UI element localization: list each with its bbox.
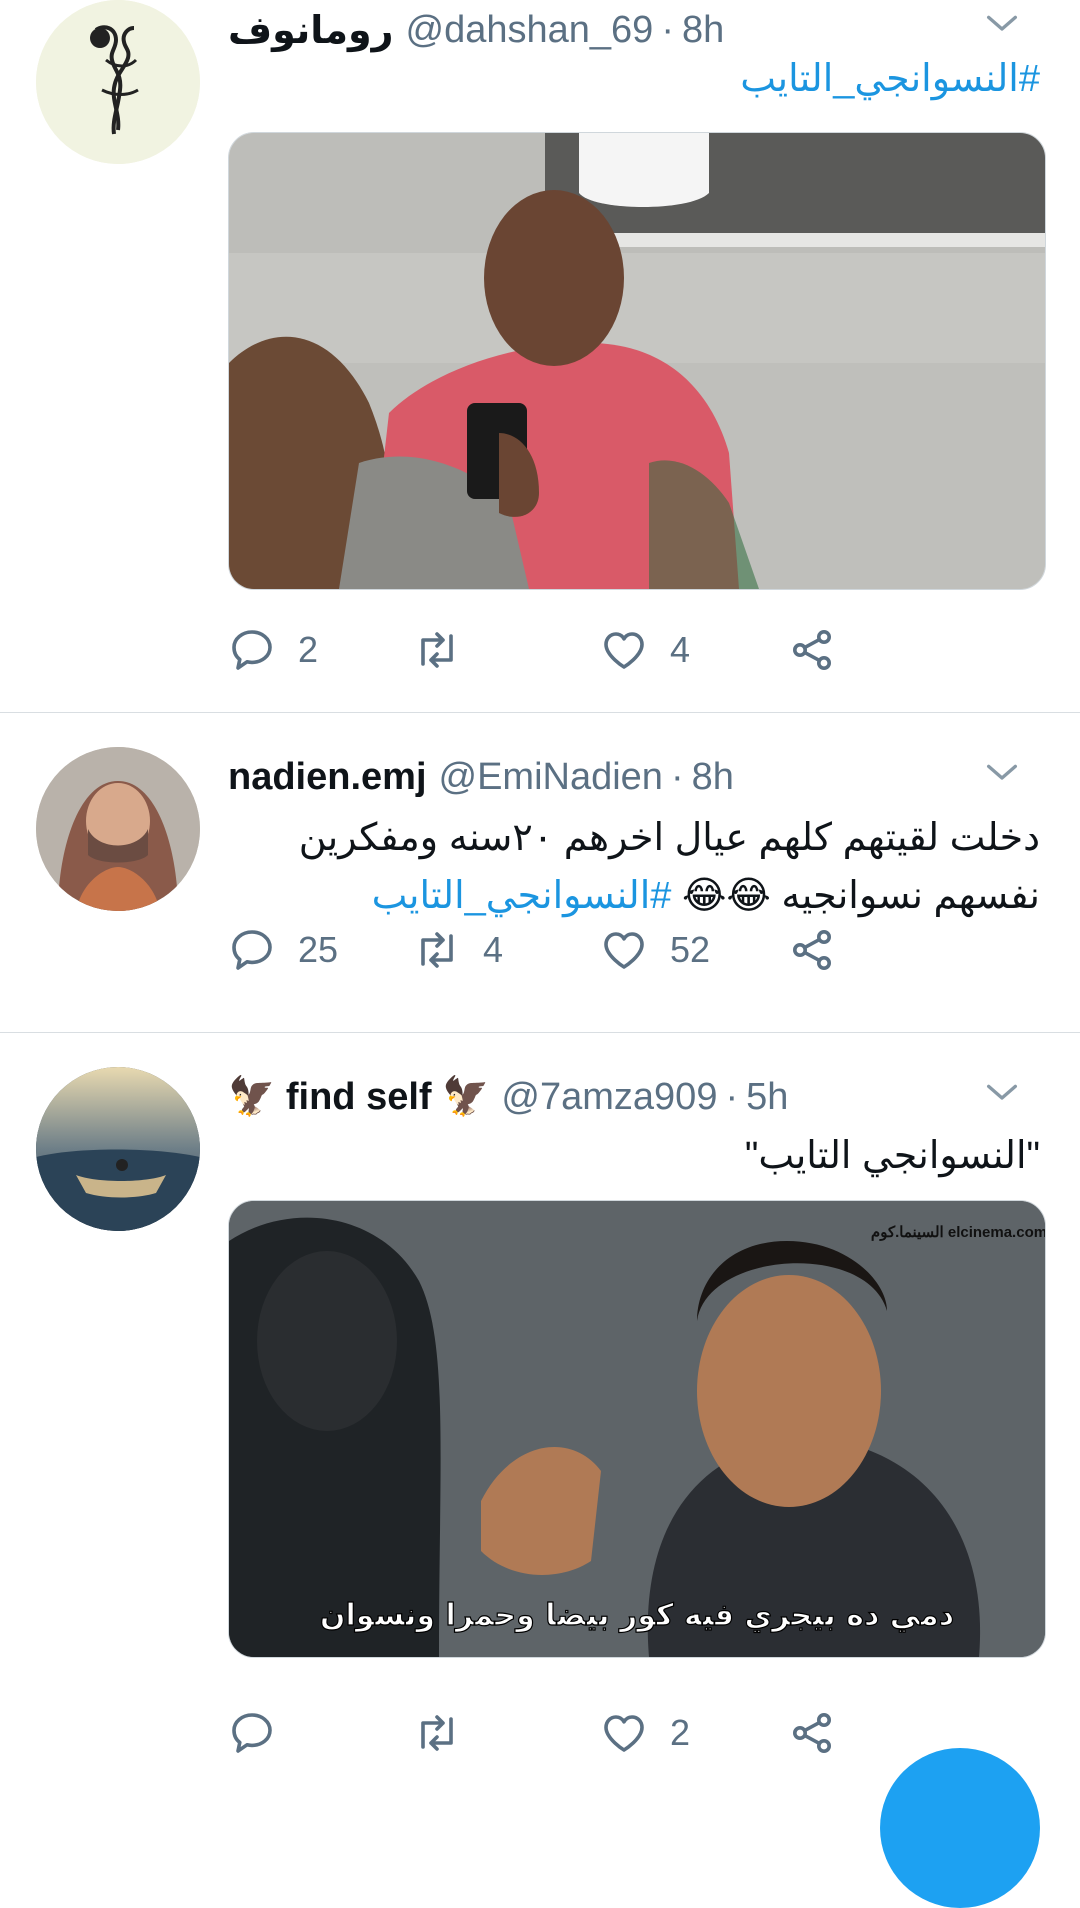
- avatar[interactable]: [36, 1067, 200, 1231]
- tweet-actions: 2: [228, 1703, 1048, 1763]
- avatar[interactable]: [36, 0, 200, 164]
- share-button[interactable]: [788, 1703, 836, 1763]
- like-button[interactable]: 4: [600, 620, 690, 680]
- tweet-text-line: نفسهم نسوانجيه 😂😂 #النسوانجي_التايب: [371, 875, 1040, 917]
- chevron-down-icon[interactable]: [982, 4, 1022, 44]
- media-watermark: السينما.كوم elcinema.com: [871, 1224, 1045, 1241]
- timeline-feed[interactable]: رومانوف @dahshan_69 · 8h #النسوانجي_التا…: [0, 0, 1080, 1908]
- like-count: 52: [670, 929, 711, 970]
- tweet-actions: 2 4: [228, 620, 1048, 680]
- separator-dot: ·: [661, 8, 674, 51]
- reply-count: 2: [298, 629, 319, 670]
- retweet-button[interactable]: 4: [413, 920, 503, 980]
- display-name[interactable]: nadien.emj: [228, 756, 427, 799]
- display-name[interactable]: رومانوف: [228, 8, 394, 53]
- like-icon: [600, 926, 648, 974]
- share-icon: [788, 626, 836, 674]
- reply-icon: [228, 626, 276, 674]
- tweet-photo[interactable]: [228, 132, 1046, 590]
- separator-dot: ·: [725, 1075, 739, 1118]
- timestamp[interactable]: 5h: [746, 1076, 788, 1119]
- reply-button[interactable]: [228, 1703, 298, 1763]
- reply-icon: [228, 926, 276, 974]
- hashtag-link[interactable]: #النسوانجي_التايب: [372, 875, 672, 917]
- user-handle[interactable]: @dahshan_69: [406, 9, 654, 52]
- tweet-3[interactable]: 🦅 find self 🦅 @7amza909 · 5h "النسوانجي …: [0, 1033, 1080, 1770]
- like-count: 4: [670, 629, 691, 670]
- compose-button[interactable]: [880, 1748, 1040, 1908]
- reply-count: 25: [298, 929, 339, 970]
- tweet-text: دخلت لقيتهم كلهم عيال اخرهم ٢٠سنه ومفكري…: [299, 809, 1040, 925]
- tweet-actions: 25 4 52: [228, 920, 1048, 980]
- separator-dot: ·: [670, 755, 684, 798]
- tweet-photo[interactable]: السينما.كوم elcinema.com دمي ده بيجري في…: [228, 1200, 1046, 1658]
- tweet-header: nadien.emj @EmiNadien · 8h: [228, 747, 1020, 807]
- reply-button[interactable]: 25: [228, 920, 338, 980]
- share-button[interactable]: [788, 620, 836, 680]
- retweet-icon: [413, 626, 461, 674]
- like-icon: [600, 1709, 648, 1757]
- tweet-2[interactable]: nadien.emj @EmiNadien · 8h دخلت لقيتهم ك…: [0, 713, 1080, 1032]
- timestamp[interactable]: 8h: [682, 9, 724, 52]
- like-icon: [600, 626, 648, 674]
- tweet-text-line: دخلت لقيتهم كلهم عيال اخرهم ٢٠سنه ومفكري…: [298, 817, 1040, 859]
- like-button[interactable]: 2: [600, 1703, 690, 1763]
- tweet-1[interactable]: رومانوف @dahshan_69 · 8h #النسوانجي_التا…: [0, 0, 1080, 712]
- share-icon: [788, 1709, 836, 1757]
- retweet-button[interactable]: [413, 620, 483, 680]
- reply-button[interactable]: 2: [228, 620, 318, 680]
- hashtag-link[interactable]: #النسوانجي_التايب: [740, 58, 1040, 100]
- timestamp[interactable]: 8h: [692, 756, 734, 799]
- retweet-icon: [413, 1709, 461, 1757]
- media-subtitle: دمي ده بيجري فيه كور بيضا وحمرا ونسوان: [320, 1598, 954, 1633]
- tweet-text: "النسوانجي التايب": [745, 1127, 1040, 1185]
- share-button[interactable]: [788, 920, 836, 980]
- chevron-down-icon[interactable]: [982, 1073, 1022, 1113]
- retweet-button[interactable]: [413, 1703, 483, 1763]
- like-count: 2: [670, 1712, 691, 1753]
- avatar[interactable]: [36, 747, 200, 911]
- tweet-header: 🦅 find self 🦅 @7amza909 · 5h: [228, 1067, 1020, 1127]
- user-handle[interactable]: @EmiNadien: [439, 756, 663, 799]
- share-icon: [788, 926, 836, 974]
- display-name[interactable]: 🦅 find self 🦅: [228, 1075, 489, 1119]
- reply-icon: [228, 1709, 276, 1757]
- user-handle[interactable]: @7amza909: [501, 1076, 717, 1119]
- retweet-icon: [413, 926, 461, 974]
- chevron-down-icon[interactable]: [982, 753, 1022, 793]
- tweet-text: #النسوانجي_التايب: [740, 50, 1040, 108]
- like-button[interactable]: 52: [600, 920, 710, 980]
- tweet-text-line: "النسوانجي التايب": [744, 1135, 1040, 1177]
- retweet-count: 4: [483, 929, 504, 970]
